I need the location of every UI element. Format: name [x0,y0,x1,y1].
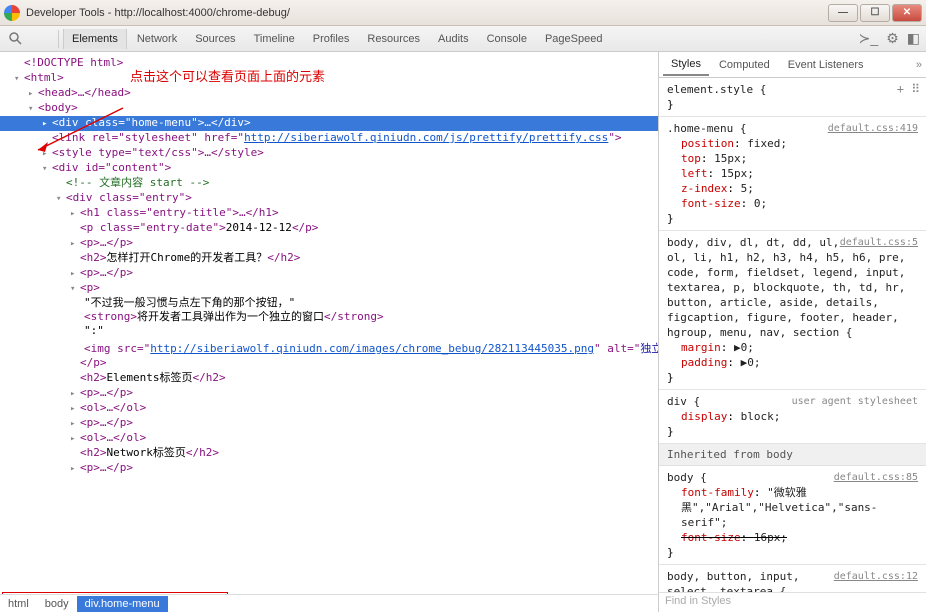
dom-line[interactable]: <p>…</p> [0,266,658,281]
dom-line[interactable]: <h1 class="entry-title">…</h1> [0,206,658,221]
tab-console[interactable]: Console [479,29,535,49]
styles-tab-styles[interactable]: Styles [663,54,709,76]
dom-line[interactable]: </p> [0,356,658,371]
drawer-icon[interactable]: ≻_ [859,30,879,47]
dom-line[interactable]: <strong>将开发者工具弹出作为一个独立的窗口</strong> [0,310,658,324]
new-rule-icon[interactable]: + [897,82,904,96]
tab-pagespeed[interactable]: PageSpeed [537,29,611,49]
tab-resources[interactable]: Resources [359,29,428,49]
dom-line[interactable]: <!DOCTYPE html> [0,56,658,71]
tab-sources[interactable]: Sources [187,29,243,49]
dom-line[interactable]: <h2>Network标签页</h2> [0,446,658,461]
style-rule[interactable]: default.css:419 .home-menu { position: f… [659,117,926,231]
style-rule[interactable]: default.css:85 body { font-family: "微软雅黑… [659,466,926,565]
crumb-body[interactable]: body [37,596,77,612]
dom-line[interactable]: "不过我一般习惯与点左下角的那个按钮，" [0,296,658,310]
tab-network[interactable]: Network [129,29,185,49]
find-in-styles[interactable]: Find in Styles [659,592,926,612]
breadcrumb: html body div.home-menu [0,594,658,612]
toggle-state-icon[interactable]: ⠿ [911,82,920,96]
dom-line[interactable]: <link rel="stylesheet" href="http://sibe… [0,131,658,146]
dom-line[interactable]: ":" [0,324,658,338]
style-rule[interactable]: user agent stylesheet div { display: blo… [659,390,926,444]
dom-line[interactable]: <p> [0,281,658,296]
styles-tab-computed[interactable]: Computed [711,55,778,75]
dom-line[interactable]: <head>…</head> [0,86,658,101]
dom-line[interactable]: <p>…</p> [0,416,658,431]
tab-audits[interactable]: Audits [430,29,477,49]
dom-line[interactable]: <ol>…</ol> [0,401,658,416]
style-rule[interactable]: + ⠿ element.style { } [659,78,926,117]
minimize-button[interactable]: — [828,4,858,22]
settings-icon[interactable]: ⚙ [886,30,899,47]
search-icon[interactable] [6,30,24,48]
dom-line[interactable]: <div class="entry"> [0,191,658,206]
styles-panel: Styles Computed Event Listeners » + ⠿ el… [658,52,926,612]
maximize-button[interactable]: ☐ [860,4,890,22]
dom-line[interactable]: <div id="content"> [0,161,658,176]
dom-line-selected[interactable]: <div class="home-menu">…</div> [0,116,658,131]
chrome-icon [4,5,20,21]
dom-line[interactable]: <h2>Elements标签页</h2> [0,371,658,386]
dom-line[interactable]: <style type="text/css">…</style> [0,146,658,161]
styles-tab-eventlisteners[interactable]: Event Listeners [780,55,872,75]
tab-profiles[interactable]: Profiles [305,29,358,49]
annotation-top: 点击这个可以查看页面上面的元素 [130,70,325,84]
dock-icon[interactable]: ◧ [907,30,920,47]
dom-line[interactable]: <h2>怎样打开Chrome的开发者工具？</h2> [0,251,658,266]
tab-elements[interactable]: Elements [63,29,127,49]
style-rule[interactable]: default.css:12 body, button, input, sele… [659,565,926,592]
tab-timeline[interactable]: Timeline [246,29,303,49]
dom-line[interactable]: <!-- 文章内容 start --> [0,176,658,191]
inspect-icon[interactable] [30,30,48,48]
dom-line[interactable]: <html> [0,71,658,86]
elements-panel[interactable]: 点击这个可以查看页面上面的元素 <!DOCTYPE html> <html> <… [0,52,658,612]
crumb-div-home-menu[interactable]: div.home-menu [77,596,168,612]
dom-line[interactable]: <p>…</p> [0,386,658,401]
window-title: Developer Tools - http://localhost:4000/… [26,7,828,19]
dom-line[interactable]: <p>…</p> [0,236,658,251]
dom-line[interactable]: <p>…</p> [0,461,658,476]
dom-line[interactable]: <img src="http://siberiawolf.qiniudn.com… [0,342,658,356]
devtools-toolbar: Elements Network Sources Timeline Profil… [0,26,926,52]
dom-line[interactable]: <ol>…</ol> [0,431,658,446]
chevron-right-icon[interactable]: » [916,59,922,71]
crumb-html[interactable]: html [0,596,37,612]
panel-tabs: Elements Network Sources Timeline Profil… [63,29,859,49]
window-titlebar: Developer Tools - http://localhost:4000/… [0,0,926,26]
inherited-header: Inherited from body [659,444,926,466]
style-rule[interactable]: default.css:5 body, div, dl, dt, dd, ul,… [659,231,926,390]
dom-line[interactable]: <body> [0,101,658,116]
close-button[interactable]: ✕ [892,4,922,22]
dom-line[interactable]: <p class="entry-date">2014-12-12</p> [0,221,658,236]
styles-tabs: Styles Computed Event Listeners » [659,52,926,78]
